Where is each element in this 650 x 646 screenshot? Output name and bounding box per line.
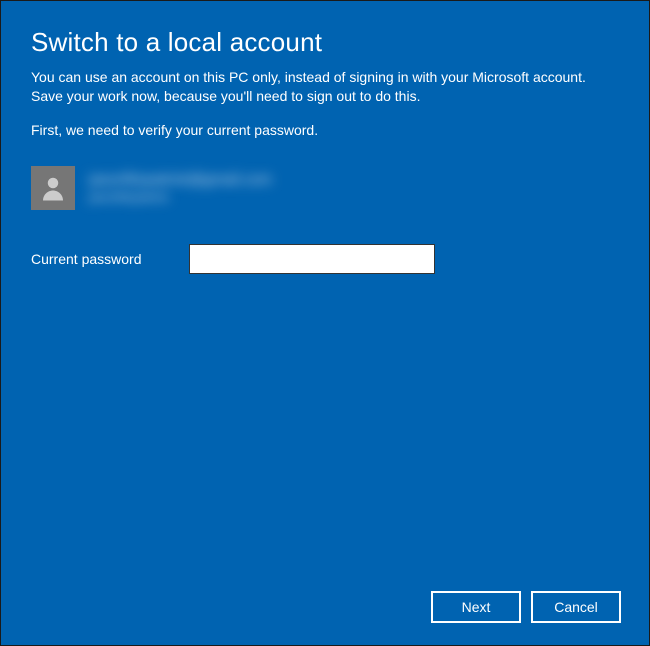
cancel-button[interactable]: Cancel (531, 591, 621, 623)
avatar (31, 166, 75, 210)
dialog-content: Switch to a local account You can use an… (1, 1, 649, 274)
user-icon (38, 173, 68, 203)
next-button[interactable]: Next (431, 591, 521, 623)
button-row: Next Cancel (431, 591, 621, 623)
user-subtext: jasonfitzpatrick (89, 190, 272, 204)
password-label: Current password (31, 251, 171, 267)
description-text: You can use an account on this PC only, … (31, 68, 619, 106)
password-row: Current password (31, 244, 619, 274)
user-info-row: jasonfitzpatrick@gmail.com jasonfitzpatr… (31, 166, 619, 210)
user-text-block: jasonfitzpatrick@gmail.com jasonfitzpatr… (89, 171, 272, 204)
verify-prompt: First, we need to verify your current pa… (31, 122, 619, 138)
page-title: Switch to a local account (31, 27, 619, 58)
password-input[interactable] (189, 244, 435, 274)
user-email: jasonfitzpatrick@gmail.com (89, 171, 272, 188)
